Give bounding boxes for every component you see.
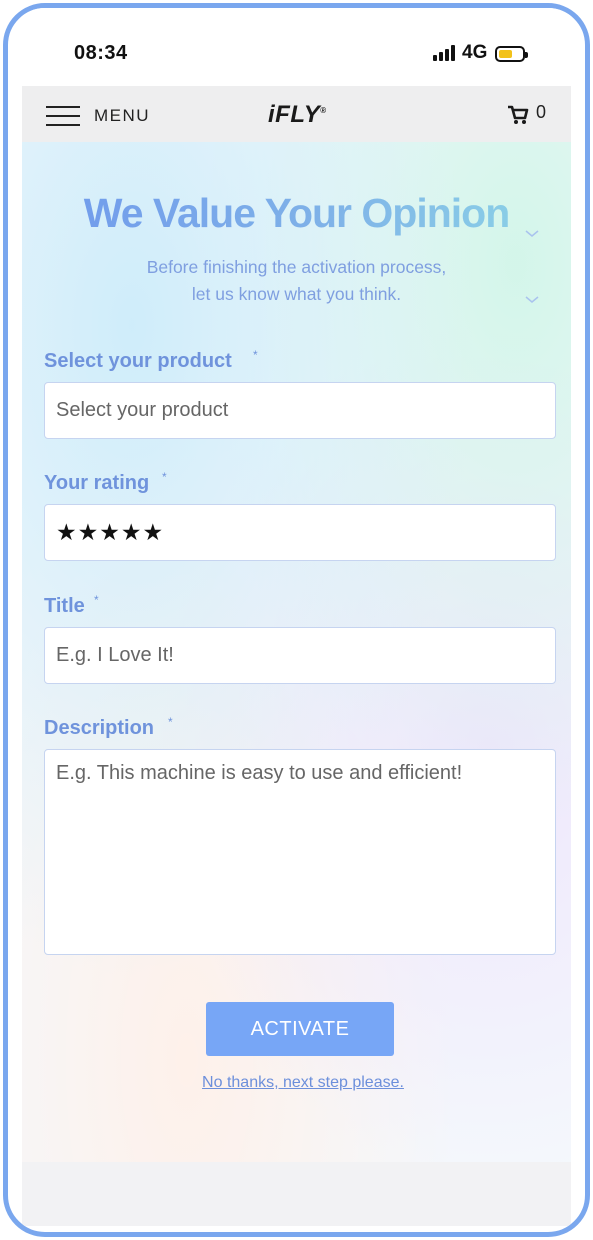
subtitle-line-1: Before finishing the activation process, bbox=[146, 257, 447, 277]
signal-icon bbox=[433, 45, 455, 61]
required-mark: * bbox=[162, 470, 167, 484]
battery-icon bbox=[495, 46, 528, 62]
chevron-down-icon bbox=[525, 230, 539, 237]
activate-button[interactable]: ACTIVATE bbox=[206, 1002, 394, 1056]
rating-stars[interactable]: ★★★★★ bbox=[56, 519, 164, 546]
required-mark: * bbox=[94, 593, 99, 607]
review-form-section: We Value Your Opinion Before finishing t… bbox=[22, 142, 571, 1162]
description-placeholder: E.g. This machine is easy to use and eff… bbox=[56, 762, 463, 784]
page-subtitle: Before finishing the activation process,… bbox=[82, 254, 511, 308]
chevron-down-icon bbox=[525, 296, 539, 303]
required-mark: * bbox=[253, 348, 258, 362]
brand-logo[interactable]: iFLY® bbox=[268, 101, 327, 129]
title-label: Title bbox=[44, 595, 85, 617]
menu-label[interactable]: MENU bbox=[94, 106, 150, 126]
rating-input[interactable]: ★★★★★ bbox=[44, 504, 556, 561]
network-type: 4G bbox=[462, 42, 488, 63]
phone-frame: 08:34 4G MENU iFLY® 0 We Value Your Opin… bbox=[3, 3, 590, 1237]
required-mark: * bbox=[168, 715, 173, 729]
product-select-value: Select your product bbox=[56, 399, 229, 421]
title-placeholder: E.g. I Love It! bbox=[56, 644, 174, 666]
page-title: We Value Your Opinion bbox=[22, 190, 571, 237]
cart-icon[interactable] bbox=[507, 105, 529, 125]
menu-icon[interactable] bbox=[46, 106, 80, 126]
subtitle-line-2: let us know what you think. bbox=[191, 284, 402, 304]
product-select[interactable]: Select your product bbox=[44, 382, 556, 439]
cart-count: 0 bbox=[536, 102, 547, 122]
product-label: Select your product bbox=[44, 350, 232, 372]
rating-label: Your rating bbox=[44, 472, 150, 494]
skip-link[interactable]: No thanks, next step please. bbox=[22, 1074, 571, 1092]
title-input[interactable]: E.g. I Love It! bbox=[44, 627, 556, 684]
description-textarea[interactable]: E.g. This machine is easy to use and eff… bbox=[44, 749, 556, 955]
top-navbar: MENU iFLY® 0 bbox=[22, 86, 571, 142]
description-label: Description bbox=[44, 717, 155, 739]
screen: 08:34 4G MENU iFLY® 0 We Value Your Opin… bbox=[22, 8, 571, 1226]
status-time: 08:34 bbox=[74, 42, 128, 64]
status-bar: 08:34 4G bbox=[22, 8, 571, 86]
bottom-bar bbox=[22, 1162, 571, 1226]
